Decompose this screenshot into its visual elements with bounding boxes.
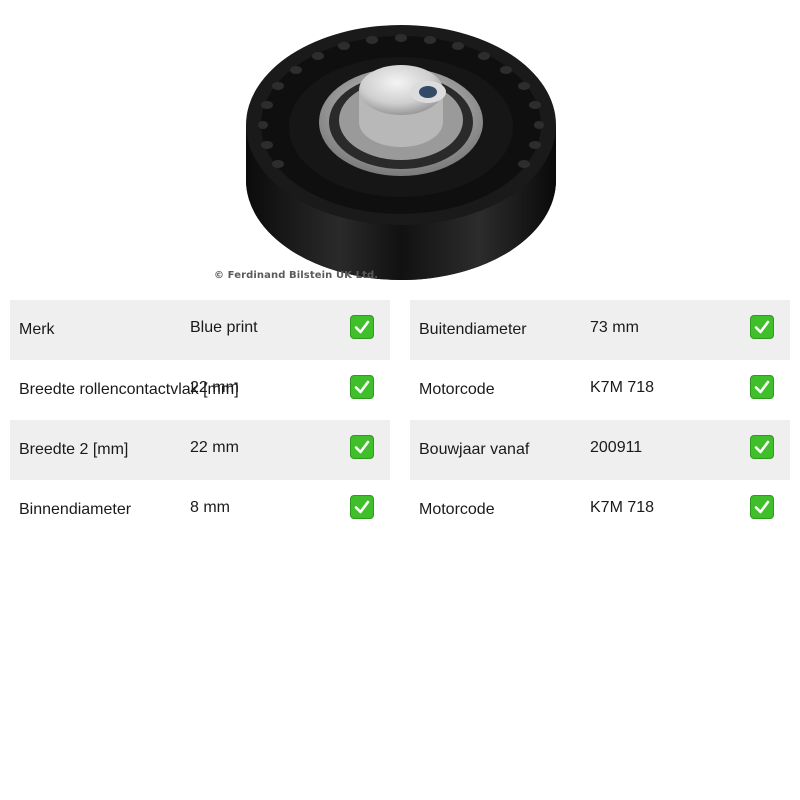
check-mark-icon — [750, 435, 774, 459]
spec-row: Breedte 2 [mm] 22 mm — [10, 420, 390, 480]
check-mark-icon — [750, 495, 774, 519]
spec-value: 22 mm — [190, 379, 239, 396]
spec-value: 200911 — [590, 439, 643, 456]
spec-label: Merk — [19, 321, 55, 338]
tensioner-pulley-image — [246, 25, 556, 280]
spec-label: Buitendiameter — [419, 321, 527, 338]
spec-row: Binnendiameter 8 mm — [10, 480, 390, 540]
spec-row: Motorcode K7M 718 — [410, 480, 790, 540]
check-mark-icon — [750, 375, 774, 399]
spec-row: Breedte rollencontactvlak [mm] 22 mm — [10, 360, 390, 420]
check-mark-icon — [350, 375, 374, 399]
spec-label: Breedte 2 [mm] — [19, 441, 129, 458]
spec-value: 73 mm — [590, 319, 639, 336]
spec-label: Bouwjaar vanaf — [419, 441, 530, 458]
spec-table-left: Merk Blue print Breedte rollencontactvla… — [10, 300, 390, 540]
spec-value: Blue print — [190, 319, 258, 336]
spec-row: Buitendiameter 73 mm — [410, 300, 790, 360]
spec-value: K7M 718 — [590, 379, 655, 396]
check-mark-icon — [350, 495, 374, 519]
spec-value: 22 mm — [190, 439, 239, 456]
spec-table-right: Buitendiameter 73 mm Motorcode K7M 718 B… — [410, 300, 790, 540]
spec-label: Motorcode — [419, 501, 495, 518]
check-mark-icon — [350, 435, 374, 459]
spec-row: Merk Blue print — [10, 300, 390, 360]
spec-value: K7M 718 — [590, 499, 655, 516]
check-mark-icon — [350, 315, 374, 339]
check-mark-icon — [750, 315, 774, 339]
spec-label: Motorcode — [419, 381, 495, 398]
product-spec-page: © Ferdinand Bilstein UK Ltd. Merk Blue p… — [0, 0, 800, 800]
spec-value: 8 mm — [190, 499, 230, 516]
spec-row: Motorcode K7M 718 — [410, 360, 790, 420]
image-copyright-text: © Ferdinand Bilstein UK Ltd. — [214, 270, 379, 281]
spec-label: Binnendiameter — [19, 501, 132, 518]
spec-row: Bouwjaar vanaf 200911 — [410, 420, 790, 480]
